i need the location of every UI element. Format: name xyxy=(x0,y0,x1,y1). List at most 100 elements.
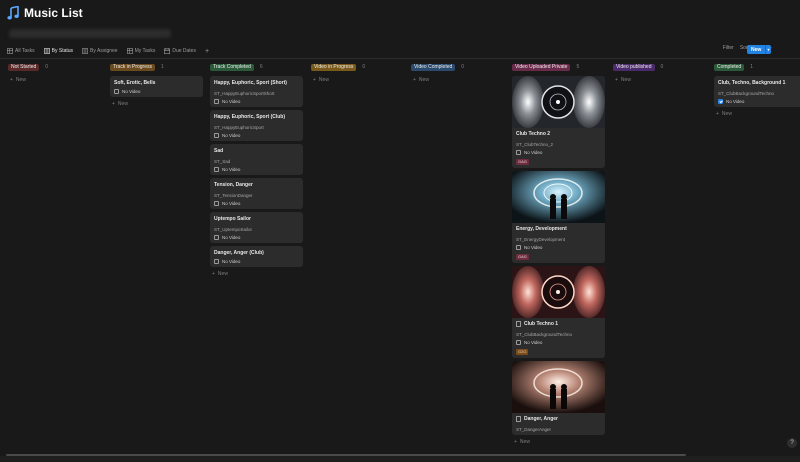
status-badge: Video Completed xyxy=(411,63,456,71)
add-new-card-button[interactable]: + New xyxy=(714,110,800,118)
video-checkbox-row: No Video xyxy=(516,150,601,155)
tab-due-dates[interactable]: Due Dates xyxy=(164,46,196,56)
page-title: Music List xyxy=(24,6,83,20)
filter-button[interactable]: Filter xyxy=(723,45,734,51)
add-new-card-button[interactable]: + New xyxy=(411,76,504,84)
checkbox-label: No Video xyxy=(524,245,543,250)
add-view-button[interactable]: + xyxy=(205,48,209,55)
checkbox[interactable] xyxy=(214,133,219,138)
add-new-card-button[interactable]: + New xyxy=(110,100,203,108)
card-track-id: ST_UptempoSailor xyxy=(214,227,253,232)
document-icon xyxy=(516,416,521,422)
card-track-id: ST_ClubTechno_2 xyxy=(516,142,554,147)
tab-label: All Tasks xyxy=(15,48,35,54)
add-new-card-button[interactable]: + New xyxy=(210,270,303,278)
tab-by-assignee[interactable]: By Assignee xyxy=(82,46,118,56)
task-card[interactable]: Happy, Euphoric, Sport (Short) ST_HappyEu… xyxy=(210,76,303,107)
tab-all-tasks[interactable]: All Tasks xyxy=(7,46,35,56)
card-cover-image xyxy=(512,361,605,413)
card-title-row: Danger, Anger (Club) xyxy=(214,250,299,256)
task-card[interactable]: Danger, Anger ST_DangerAnger xyxy=(512,361,605,435)
checkbox[interactable] xyxy=(718,99,723,104)
checkbox-label: No Video xyxy=(222,201,241,206)
column-header: Completed 1 xyxy=(714,63,800,71)
chevron-down-icon[interactable]: ▾ xyxy=(766,47,771,52)
help-button[interactable]: ? xyxy=(787,438,797,448)
task-card[interactable]: Sad ST_Sad No Video xyxy=(210,144,303,175)
column-count: 0 xyxy=(362,64,366,70)
tab-my-tasks[interactable]: My Tasks xyxy=(126,46,156,56)
status-tag: GAG xyxy=(516,159,529,165)
plus-icon: + xyxy=(716,111,719,117)
column-header: Video published 0 xyxy=(613,63,706,71)
column-header: Video Uploaded Private 5 xyxy=(512,63,605,71)
card-track-id: ST_EnergyDevelopment xyxy=(516,237,566,242)
task-card[interactable]: Club, Techno, Background 1 ST_ClubBackgro… xyxy=(714,76,800,107)
table-icon xyxy=(126,48,133,54)
board-column: Track in Progress 1 Soft, Erotic, Bells No … xyxy=(110,63,203,108)
checkbox-label: No Video xyxy=(524,340,543,345)
task-card[interactable]: Uptempo Sailor ST_UptempoSailor No Video xyxy=(210,212,303,243)
add-new-card-button[interactable]: + New xyxy=(613,76,706,84)
checkbox[interactable] xyxy=(516,150,521,155)
card-title: Danger, Anger xyxy=(524,416,558,422)
checkbox-label: No Video xyxy=(222,235,241,240)
card-title: Energy, Development xyxy=(516,226,567,232)
status-badge: Video Uploaded Private xyxy=(512,63,571,71)
card-title: Tension, Danger xyxy=(214,182,253,188)
checkbox[interactable] xyxy=(214,235,219,240)
column-header: Track in Progress 1 xyxy=(110,63,203,71)
board-column: Video Uploaded Private 5 Club Techno 2 ST_C… xyxy=(512,63,605,446)
checkbox-label: No Video xyxy=(726,99,745,104)
card-cover-image xyxy=(512,171,605,223)
checkbox[interactable] xyxy=(516,340,521,345)
task-card[interactable]: Club Techno 1 ST_ClubBackgroundTechno No V… xyxy=(512,266,605,358)
add-new-card-button[interactable]: + New xyxy=(8,76,101,84)
card-title-row: Happy, Euphoric, Sport (Club) xyxy=(214,114,299,120)
task-card[interactable]: Tension, Danger ST_TensionDanger No Video xyxy=(210,178,303,209)
task-card[interactable]: Danger, Anger (Club) No Video xyxy=(210,246,303,267)
card-title-row: Sad xyxy=(214,148,299,154)
music-note-icon xyxy=(7,6,19,20)
page-header: Music List xyxy=(7,6,83,20)
card-title-row: Club Techno 2 xyxy=(516,131,601,137)
tab-label: My Tasks xyxy=(134,48,156,54)
video-checkbox-row: No Video xyxy=(214,201,299,206)
plus-icon: + xyxy=(212,271,215,277)
add-new-card-button[interactable]: + New xyxy=(512,438,605,446)
card-title-row: Uptempo Sailor xyxy=(214,216,299,222)
column-header: Track Completed 6 xyxy=(210,63,303,71)
plus-icon: + xyxy=(413,77,416,83)
card-title: Sad xyxy=(214,148,224,154)
new-button[interactable]: New ▾ xyxy=(747,45,771,54)
board-column: Video published 0 + New xyxy=(613,63,706,84)
checkbox-label: No Video xyxy=(222,99,241,104)
checkbox[interactable] xyxy=(114,89,119,94)
card-track-id: ST_DangerAnger xyxy=(516,427,552,432)
column-count: 6 xyxy=(259,64,263,70)
task-card[interactable]: Club Techno 2 ST_ClubTechno_2 No Video GAG xyxy=(512,76,605,168)
task-card[interactable]: Energy, Development ST_EnergyDevelopment N… xyxy=(512,171,605,263)
card-cover-image xyxy=(512,76,605,128)
task-card[interactable]: Happy, Euphoric, Sport (Club) ST_HappyEup… xyxy=(210,110,303,141)
checkbox[interactable] xyxy=(214,201,219,206)
column-count: 0 xyxy=(660,64,664,70)
checkbox[interactable] xyxy=(214,259,219,264)
add-new-label: New xyxy=(15,77,26,83)
tab-by-status[interactable]: By Status xyxy=(43,46,74,59)
checkbox[interactable] xyxy=(516,245,521,250)
status-badge: Completed xyxy=(714,63,745,71)
task-card[interactable]: Soft, Erotic, Bells No Video xyxy=(110,76,203,97)
video-checkbox-row: No Video xyxy=(718,99,800,104)
add-new-label: New xyxy=(519,439,530,445)
new-button-label: New xyxy=(751,46,762,53)
board-column: Completed 1 Club, Techno, Background 1 ST_C… xyxy=(714,63,800,118)
checkbox[interactable] xyxy=(214,99,219,104)
video-checkbox-row: No Video xyxy=(214,235,299,240)
add-new-card-button[interactable]: + New xyxy=(311,76,404,84)
add-new-label: New xyxy=(117,101,128,107)
checkbox[interactable] xyxy=(214,167,219,172)
column-header: Video in Progress 0 xyxy=(311,63,404,71)
status-tag: GAG xyxy=(516,254,529,260)
column-count: 0 xyxy=(461,64,465,70)
